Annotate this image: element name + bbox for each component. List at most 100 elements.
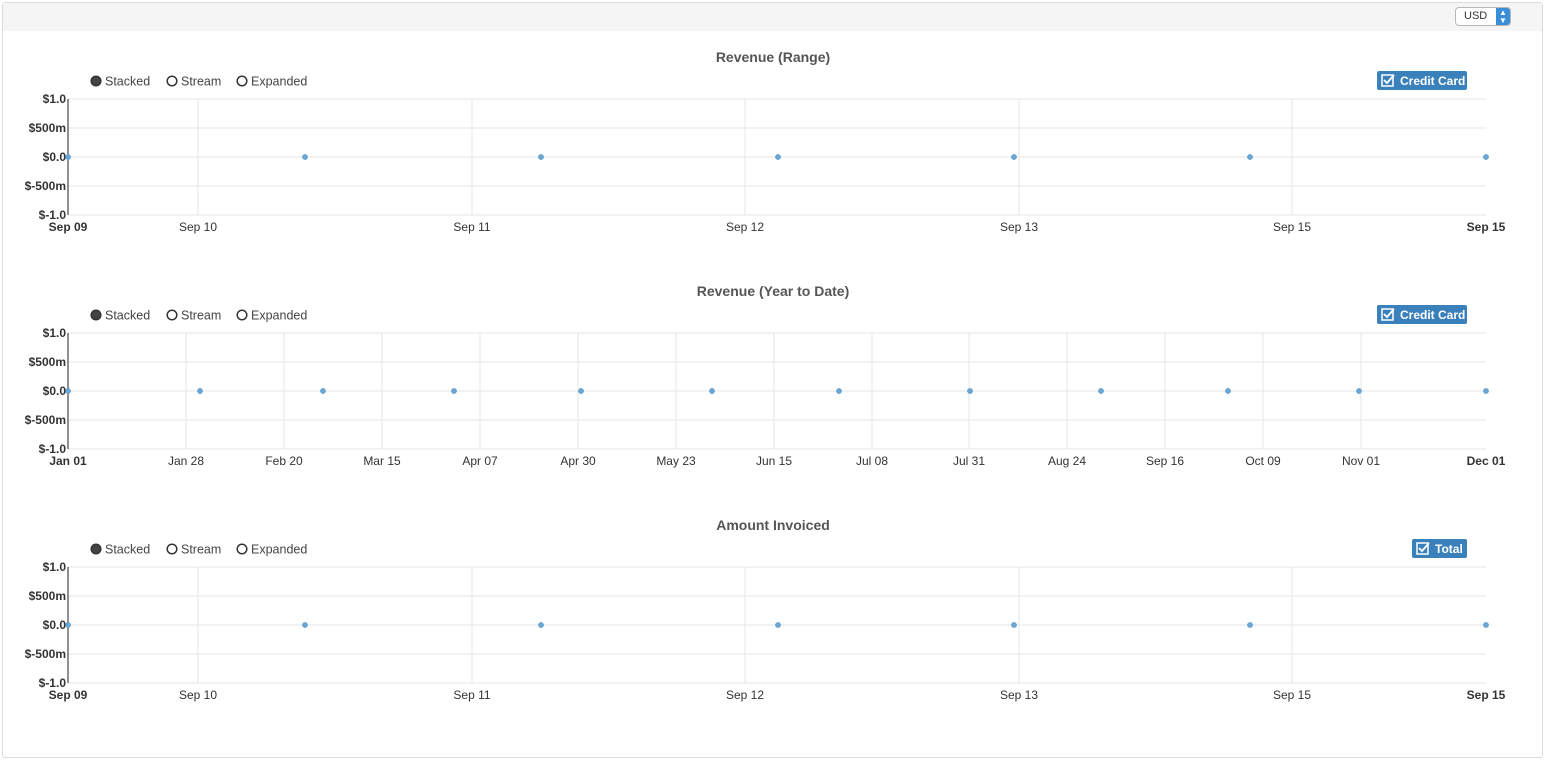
legend-option-expanded[interactable]: Expanded xyxy=(236,75,307,89)
x-tick-label: Oct 09 xyxy=(1245,454,1281,468)
x-tick-label: Sep 09 xyxy=(49,220,88,234)
legend-option-label: Stream xyxy=(181,543,221,557)
series-toggle-button[interactable]: Credit Card xyxy=(1377,71,1467,90)
data-point[interactable] xyxy=(1483,388,1489,394)
y-tick-label: $500m xyxy=(29,589,66,603)
legend-option-stacked[interactable]: Stacked xyxy=(90,543,150,557)
x-tick-label: Sep 10 xyxy=(179,688,217,702)
legend-option-label: Stacked xyxy=(105,309,150,323)
data-point[interactable] xyxy=(1483,622,1489,628)
y-tick-label: $-500m xyxy=(25,179,66,193)
y-tick-label: $0.0 xyxy=(43,618,67,632)
data-point[interactable] xyxy=(709,388,715,394)
radio-empty-icon xyxy=(236,309,248,321)
legend-option-label: Expanded xyxy=(251,543,307,557)
data-point[interactable] xyxy=(1483,154,1489,160)
legend-option-expanded[interactable]: Expanded xyxy=(236,309,307,323)
x-tick-label: Sep 11 xyxy=(453,220,490,234)
data-point[interactable] xyxy=(836,388,842,394)
radio-filled-icon xyxy=(90,543,102,555)
data-point[interactable] xyxy=(197,388,203,394)
legend-option-stream[interactable]: Stream xyxy=(166,543,221,557)
radio-empty-icon xyxy=(236,543,248,555)
data-point[interactable] xyxy=(538,154,544,160)
data-point[interactable] xyxy=(538,622,544,628)
data-point[interactable] xyxy=(65,154,71,160)
chart-2: Revenue (Year to Date) Stacked Stream Expan… xyxy=(25,283,1506,468)
legend-option-stream[interactable]: Stream xyxy=(166,309,221,323)
x-tick-label: Jan 01 xyxy=(49,454,87,468)
data-point[interactable] xyxy=(1225,388,1231,394)
radio-empty-icon xyxy=(236,75,248,87)
series-toggle-label: Credit Card xyxy=(1400,74,1465,88)
data-point[interactable] xyxy=(302,622,308,628)
x-tick-label: Sep 12 xyxy=(726,688,764,702)
legend-option-label: Expanded xyxy=(251,75,307,89)
y-tick-label: $1.0 xyxy=(43,560,67,574)
x-tick-label: Dec 01 xyxy=(1467,454,1506,468)
x-tick-label: Sep 10 xyxy=(179,220,217,234)
legend-option-label: Stream xyxy=(181,75,221,89)
data-point[interactable] xyxy=(967,388,973,394)
x-tick-label: Apr 07 xyxy=(462,454,498,468)
data-point[interactable] xyxy=(1247,154,1253,160)
y-tick-label: $1.0 xyxy=(43,92,67,106)
data-point[interactable] xyxy=(775,622,781,628)
data-point[interactable] xyxy=(65,622,71,628)
data-point[interactable] xyxy=(1356,388,1362,394)
x-tick-label: Apr 30 xyxy=(560,454,596,468)
legend-option-label: Stacked xyxy=(105,75,150,89)
series-toggle-button[interactable]: Credit Card xyxy=(1377,305,1467,324)
legend-option-stream[interactable]: Stream xyxy=(166,75,221,89)
data-point[interactable] xyxy=(578,388,584,394)
radio-filled-icon xyxy=(90,75,102,87)
charts-canvas: Revenue (Range) Stacked Stream Expanded Cred… xyxy=(25,49,1506,702)
y-tick-label: $500m xyxy=(29,121,66,135)
x-tick-label: Nov 01 xyxy=(1342,454,1380,468)
y-tick-label: $0.0 xyxy=(43,384,67,398)
data-point[interactable] xyxy=(1011,622,1017,628)
data-point[interactable] xyxy=(65,388,71,394)
x-tick-label: Sep 13 xyxy=(1000,220,1038,234)
x-tick-label: Sep 11 xyxy=(453,688,490,702)
x-tick-label: Mar 15 xyxy=(363,454,401,468)
x-tick-label: Sep 15 xyxy=(1273,688,1311,702)
x-tick-label: May 23 xyxy=(656,454,696,468)
data-point[interactable] xyxy=(775,154,781,160)
data-point[interactable] xyxy=(1247,622,1253,628)
legend-option-stacked[interactable]: Stacked xyxy=(90,309,150,323)
x-tick-label: Jan 28 xyxy=(168,454,204,468)
radio-empty-icon xyxy=(166,309,178,321)
x-tick-label: Sep 12 xyxy=(726,220,764,234)
chart-title: Revenue (Year to Date) xyxy=(697,283,850,299)
radio-empty-icon xyxy=(166,75,178,87)
radio-filled-icon xyxy=(90,309,102,321)
legend-option-stacked[interactable]: Stacked xyxy=(90,75,150,89)
x-tick-label: Aug 24 xyxy=(1048,454,1086,468)
x-tick-label: Sep 16 xyxy=(1146,454,1184,468)
x-tick-label: Sep 15 xyxy=(1467,688,1506,702)
data-point[interactable] xyxy=(451,388,457,394)
x-tick-label: Jul 31 xyxy=(953,454,985,468)
data-point[interactable] xyxy=(320,388,326,394)
data-point[interactable] xyxy=(302,154,308,160)
legend-option-label: Stacked xyxy=(105,543,150,557)
data-point[interactable] xyxy=(1011,154,1017,160)
y-tick-label: $0.0 xyxy=(43,150,67,164)
chart-title: Amount Invoiced xyxy=(716,517,830,533)
x-tick-label: Sep 15 xyxy=(1273,220,1311,234)
chart-3: Amount Invoiced Stacked Stream Expanded Tota… xyxy=(25,517,1506,702)
series-toggle-label: Total xyxy=(1435,542,1463,556)
legend-option-label: Expanded xyxy=(251,309,307,323)
x-tick-label: Jul 08 xyxy=(856,454,888,468)
x-tick-label: Jun 15 xyxy=(756,454,792,468)
y-tick-label: $500m xyxy=(29,355,66,369)
x-tick-label: Feb 20 xyxy=(265,454,303,468)
legend-option-expanded[interactable]: Expanded xyxy=(236,543,307,557)
data-point[interactable] xyxy=(1098,388,1104,394)
legend-option-label: Stream xyxy=(181,309,221,323)
x-tick-label: Sep 15 xyxy=(1467,220,1506,234)
series-toggle-button[interactable]: Total xyxy=(1412,539,1467,558)
series-toggle-label: Credit Card xyxy=(1400,308,1465,322)
y-tick-label: $-500m xyxy=(25,413,66,427)
